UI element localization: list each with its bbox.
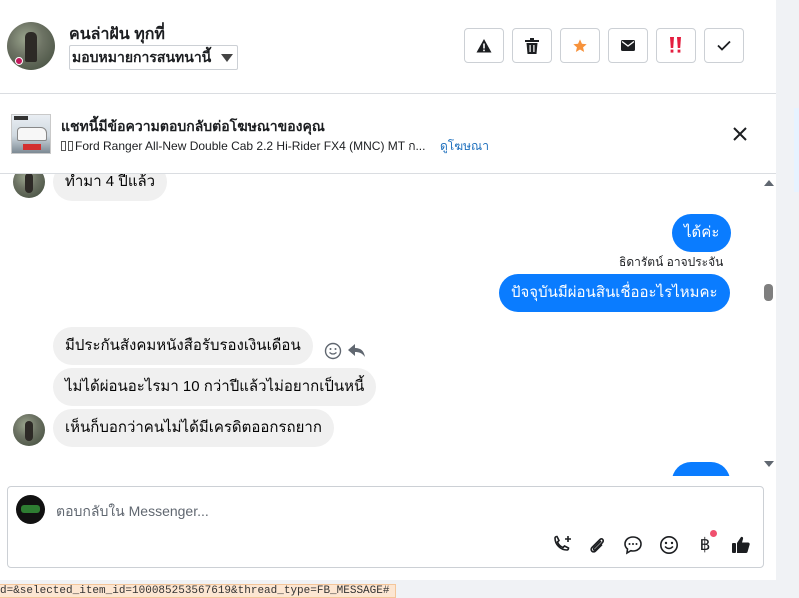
message-list: ทำมา 4 ปีแล้ว ได้ค่ะ ธิดารัตน์ อาจประจัน… [0, 174, 776, 476]
ad-reply-banner: แชทนี้มีข้อความตอบกลับต่อโฆษณาของคุณ For… [0, 94, 776, 174]
emoji-react-icon[interactable] [324, 342, 342, 360]
phone-plus-icon [554, 535, 571, 551]
assign-conversation-dropdown[interactable]: มอบหมายการสนทนานี้ [69, 45, 239, 70]
attach-button[interactable] [586, 534, 608, 556]
contact-name[interactable]: คนล่าฝัน ทุกที่ [69, 22, 165, 47]
ad-thumbnail[interactable] [11, 114, 51, 154]
spam-button[interactable] [656, 28, 696, 63]
ad-banner-subtitle: Ford Ranger All-New Double Cab 2.2 Hi-Ri… [61, 137, 425, 156]
chat-bubble-icon [624, 536, 642, 555]
scroll-up-arrow-icon[interactable] [764, 180, 774, 186]
double-exclamation-icon [670, 37, 681, 53]
message-bubble-outgoing: ได้ค่ะ [672, 214, 732, 252]
done-button[interactable] [704, 28, 744, 63]
star-icon [573, 38, 587, 52]
call-button[interactable] [551, 534, 573, 556]
saved-replies-button[interactable] [622, 534, 644, 556]
close-icon[interactable] [730, 124, 750, 144]
contact-avatar-small[interactable] [13, 174, 45, 198]
thumbs-up-icon [732, 536, 750, 553]
message-bubble-outgoing-partial [672, 462, 730, 476]
mark-unread-button[interactable] [608, 28, 648, 63]
inbox-thread-panel: คนล่าฝัน ทุกที่ มอบหมายการสนทนานี้ แชทนี… [0, 0, 776, 580]
reply-composer: ฿ [7, 486, 764, 568]
platform-badge-icon [15, 57, 23, 65]
scroll-down-arrow-icon[interactable] [764, 461, 774, 467]
notification-dot [710, 530, 717, 537]
envelope-icon [621, 40, 635, 51]
message-bubble-incoming: เห็นก็บอกว่าคนไม่ได้มีเครดิตออกรถยาก [53, 409, 334, 447]
smiley-icon [660, 536, 678, 554]
assign-label: มอบหมายการสนทนานี้ [72, 49, 212, 65]
message-bubble-incoming: ทำมา 4 ปีแล้ว [53, 174, 168, 201]
message-scrollbar[interactable] [762, 174, 776, 476]
report-button[interactable] [464, 28, 504, 63]
right-edge-panel [776, 0, 799, 598]
sender-name: ธิดารัตน์ อาจประจัน [619, 255, 724, 269]
delete-button[interactable] [512, 28, 552, 63]
ad-banner-title: แชทนี้มีข้อความตอบกลับต่อโฆษณาของคุณ [61, 118, 325, 134]
reply-input[interactable] [56, 501, 656, 521]
caret-down-icon [221, 54, 234, 62]
message-bubble-incoming: มีประกันสังคมหนังสือรับรองเงินเดือน [53, 327, 313, 365]
baht-icon: ฿ [699, 535, 711, 554]
emoji-button[interactable] [658, 534, 680, 556]
view-ad-link[interactable]: ดูโฆษณา [440, 137, 489, 156]
url-status-bar: d=&selected_item_id=100085253567619&thre… [0, 584, 397, 598]
thread-header: คนล่าฝัน ทุกที่ มอบหมายการสนทนานี้ [0, 0, 776, 94]
page-avatar [16, 495, 45, 524]
reply-icon[interactable] [348, 344, 366, 358]
trash-icon [525, 37, 539, 54]
message-bubble-incoming: ไม่ได้ผ่อนอะไรมา 10 กว่าปีแล้วไม่อยากเป็… [53, 368, 377, 406]
scrollbar-thumb[interactable] [764, 284, 773, 301]
contact-avatar[interactable] [7, 22, 55, 70]
star-button[interactable] [560, 28, 600, 63]
like-button[interactable] [730, 534, 752, 556]
paperclip-icon [590, 538, 605, 553]
payment-button[interactable]: ฿ [694, 530, 717, 556]
warning-icon [476, 38, 492, 52]
contact-avatar-small[interactable] [13, 414, 45, 446]
check-icon [717, 40, 731, 51]
message-bubble-outgoing: ปัจจุบันมีผ่อนสินเชื่ออะไรไหมคะ [499, 274, 730, 312]
